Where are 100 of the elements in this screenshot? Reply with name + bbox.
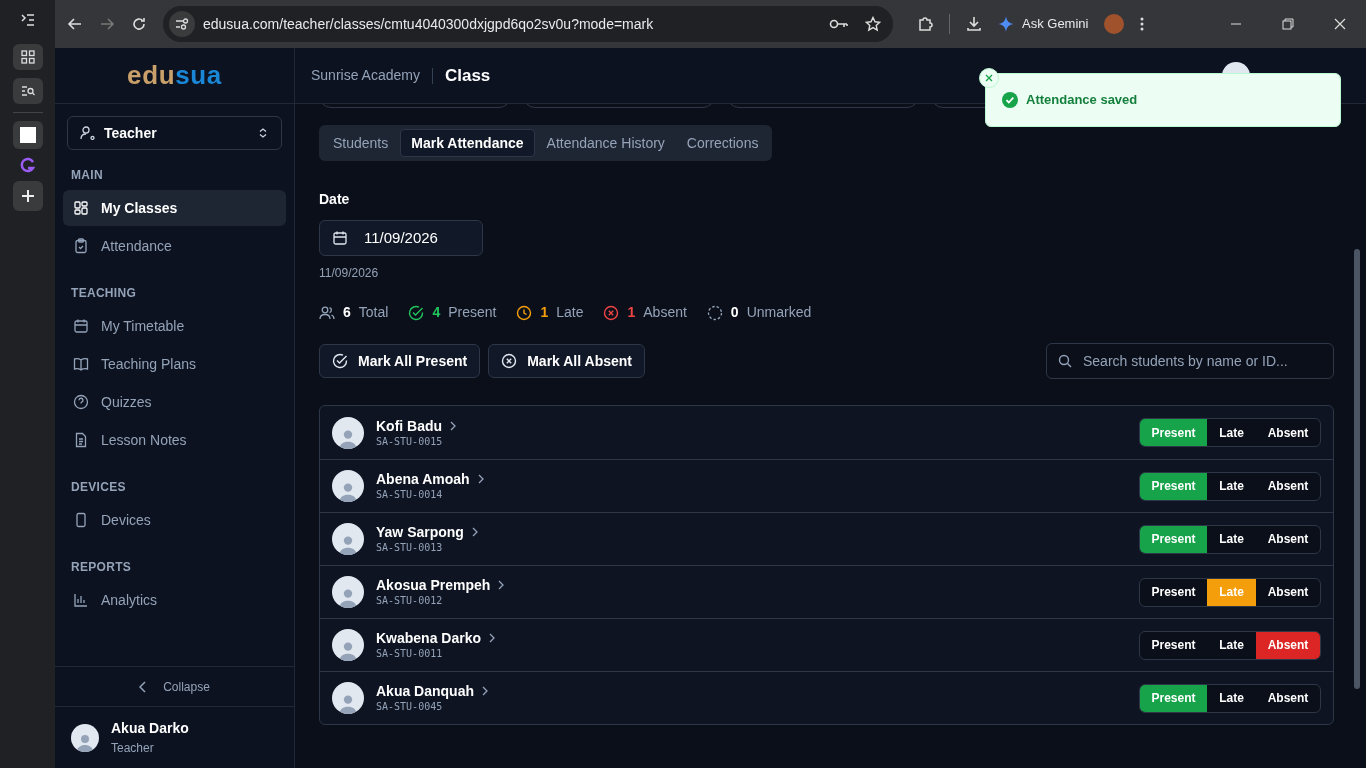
student-id: SA-STU-0045 <box>376 700 444 714</box>
tab[interactable]: Attendance History <box>536 129 675 157</box>
nav-item[interactable]: Attendance <box>63 228 286 264</box>
student-avatar <box>332 629 364 661</box>
mark-all-button[interactable]: Mark All Present <box>319 344 481 378</box>
nav-item[interactable]: Teaching Plans <box>63 346 286 382</box>
tab[interactable]: Students <box>323 129 399 157</box>
sparkle-icon <box>998 16 1014 32</box>
section-heading: MAIN <box>70 167 104 184</box>
close-icon <box>985 74 993 82</box>
stat-label: Late <box>556 303 584 322</box>
edusua-logo[interactable]: edusua <box>127 56 222 95</box>
stat-label: Unmarked <box>746 303 812 322</box>
stat-label: Present <box>448 303 497 322</box>
student-avatar <box>332 576 364 608</box>
nav-item[interactable]: My Timetable <box>63 308 286 344</box>
close-icon[interactable] <box>1334 18 1346 30</box>
check-circle-icon <box>332 353 348 369</box>
status-option[interactable]: Late <box>1207 631 1256 659</box>
chevron-right-icon <box>489 633 496 643</box>
back-icon[interactable] <box>67 16 83 32</box>
student-name-link[interactable]: Yaw Sarpong <box>376 523 478 541</box>
letter-g-icon[interactable] <box>19 157 36 173</box>
document-icon <box>73 432 89 448</box>
x-circle-icon <box>603 304 620 321</box>
side-panel-icon[interactable] <box>19 12 36 28</box>
address-bar[interactable]: edusua.com/teacher/classes/cmtu4040300dxjgpd6qo2sv0u?mode=mark <box>163 6 893 42</box>
nav-item[interactable]: Quizzes <box>63 384 286 420</box>
apps-grid-icon[interactable] <box>12 44 43 70</box>
calendar-icon <box>73 318 89 334</box>
help-icon <box>73 394 89 410</box>
collapse-button[interactable]: Collapse <box>139 677 210 696</box>
chevron-right-icon <box>471 527 478 537</box>
user-settings-icon <box>80 125 96 141</box>
chevron-right-icon <box>482 686 488 696</box>
nav-item[interactable]: My Classes <box>63 190 286 226</box>
status-option[interactable]: Late <box>1207 472 1256 500</box>
bar-chart-icon <box>73 592 89 608</box>
status-option[interactable]: Absent <box>1256 472 1320 500</box>
student-name-link[interactable]: Akua Danquah <box>376 682 488 700</box>
ask-gemini-button[interactable]: Ask Gemini <box>998 14 1089 34</box>
status-option[interactable]: Present <box>1140 631 1207 659</box>
chevron-up-down-icon <box>257 127 269 139</box>
date-caption: 11/09/2026 <box>319 265 380 282</box>
check-circle-icon <box>1002 92 1018 108</box>
section-heading: REPORTS <box>70 559 133 576</box>
student-name-link[interactable]: Abena Amoah <box>376 470 484 488</box>
check-circle-icon <box>408 304 425 321</box>
status-option[interactable]: Late <box>1207 525 1256 553</box>
section-heading: DEVICES <box>70 479 127 496</box>
mark-all-button[interactable]: Mark All Absent <box>488 344 645 378</box>
student-avatar <box>332 682 364 714</box>
student-id: SA-STU-0014 <box>376 488 444 502</box>
nav-item[interactable]: Devices <box>63 502 286 538</box>
search-list-icon[interactable] <box>12 78 43 104</box>
status-option[interactable]: Absent <box>1256 578 1320 606</box>
calendar-icon <box>332 230 348 246</box>
user-role: Teacher <box>111 740 155 757</box>
student-avatar <box>332 470 364 502</box>
page-title: Class <box>444 64 491 87</box>
status-option[interactable]: Present <box>1140 578 1207 606</box>
student-name-link[interactable]: Akosua Prempeh <box>376 576 505 594</box>
status-option[interactable]: Late <box>1207 419 1256 446</box>
status-option[interactable]: Late <box>1207 684 1256 712</box>
tab[interactable]: Corrections <box>676 129 769 157</box>
section-heading: TEACHING <box>70 285 138 302</box>
tab[interactable]: Mark Attendance <box>400 129 535 157</box>
date-field[interactable]: 11/09/2026 <box>319 220 483 256</box>
search-icon <box>1058 354 1072 368</box>
student-name-link[interactable]: Kofi Badu <box>376 416 457 435</box>
scrollbar-thumb[interactable] <box>1354 249 1360 689</box>
search-field[interactable]: Search students by name or ID... <box>1046 343 1334 379</box>
extensions-icon[interactable] <box>917 16 933 32</box>
download-icon[interactable] <box>966 16 982 32</box>
student-avatar <box>332 523 364 555</box>
x-circle-icon <box>501 353 518 369</box>
stat-label: Total <box>358 303 389 322</box>
nav-item[interactable]: Analytics <box>63 582 286 618</box>
site-settings-icon[interactable] <box>175 17 189 31</box>
student-id: SA-STU-0015 <box>376 434 444 449</box>
status-option[interactable]: Absent <box>1256 631 1320 659</box>
status-option[interactable]: Absent <box>1256 419 1320 446</box>
status-option[interactable]: Absent <box>1256 684 1320 712</box>
forward-icon[interactable] <box>99 16 115 32</box>
student-name-link[interactable]: Kwabena Darko <box>376 629 496 647</box>
student-id: SA-STU-0012 <box>376 594 444 608</box>
add-icon[interactable] <box>12 181 43 211</box>
users-icon <box>319 304 335 321</box>
school-name[interactable]: Sunrise Academy <box>311 65 420 86</box>
star-icon[interactable] <box>865 16 881 32</box>
restore-icon[interactable] <box>1282 18 1294 30</box>
more-icon[interactable] <box>1140 16 1145 32</box>
role-selector[interactable]: Teacher <box>67 116 282 150</box>
status-option[interactable]: Absent <box>1256 525 1320 553</box>
chevron-right-icon <box>450 420 457 431</box>
dashed-circle-icon <box>706 304 723 321</box>
dashboard-icon <box>73 200 89 216</box>
reload-icon[interactable] <box>131 16 147 32</box>
student-id: SA-STU-0011 <box>376 647 444 661</box>
nav-item[interactable]: Lesson Notes <box>63 422 286 458</box>
